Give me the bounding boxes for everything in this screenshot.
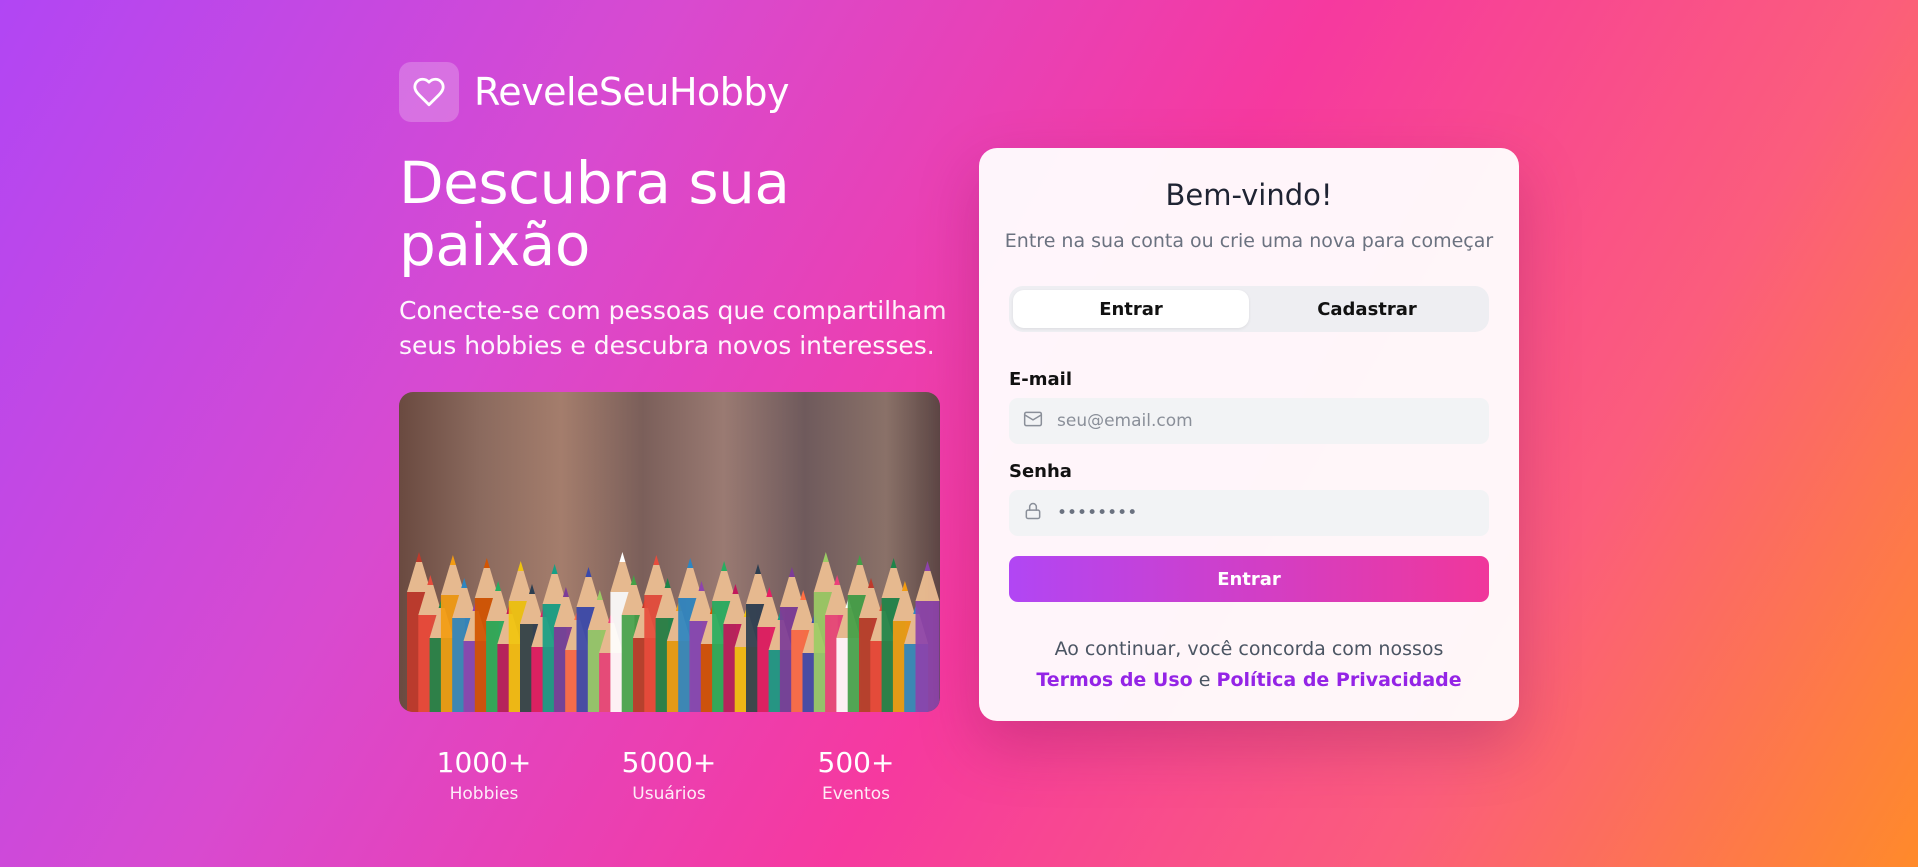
stat-label: Usuários [632,784,706,804]
tab-login[interactable]: Entrar [1013,290,1249,328]
hero-title: Descubra sua paixão [399,149,790,279]
mail-icon [1023,409,1043,433]
brand-name: ReveleSeuHobby [474,70,790,114]
brand[interactable]: ReveleSeuHobby [399,62,790,122]
hero-image-pencils [399,392,940,712]
stat-hobbies: 1000+ Hobbies [399,745,569,805]
stat-events: 500+ Eventos [771,745,941,805]
password-input[interactable] [1057,503,1489,523]
login-button[interactable]: Entrar [1009,556,1489,602]
stat-label: Hobbies [449,784,519,804]
stat-users: 5000+ Usuários [584,745,754,805]
terms-conjunction: e [1198,669,1211,691]
terms-prefix: Ao continuar, você concorda com nossos [1054,638,1444,660]
email-field[interactable] [1009,398,1489,444]
stat-value: 5000+ [621,746,717,779]
auth-tabs: Entrar Cadastrar [1009,286,1489,332]
heart-icon [399,62,459,122]
lock-icon [1023,501,1043,525]
password-label: Senha [1009,461,1072,482]
privacy-policy-link[interactable]: Política de Privacidade [1217,669,1462,691]
auth-title: Bem-vindo! [1165,178,1333,212]
password-field[interactable] [1009,490,1489,536]
terms-text: Ao continuar, você concorda com nossos T… [979,634,1519,696]
email-label: E-mail [1009,369,1073,390]
stat-value: 500+ [817,746,895,779]
stats: 1000+ Hobbies 5000+ Usuários 500+ Evento… [399,745,959,815]
terms-of-use-link[interactable]: Termos de Uso [1036,669,1192,691]
auth-subtitle: Entre na sua conta ou crie uma nova para… [1004,230,1494,252]
tab-signup[interactable]: Cadastrar [1249,290,1485,328]
auth-card: Bem-vindo! Entre na sua conta ou crie um… [979,148,1519,721]
stat-value: 1000+ [436,746,532,779]
pencil-shape [915,561,940,712]
hero-subtitle: Conecte-se com pessoas que compartilham … [399,296,947,360]
stat-label: Eventos [822,784,890,804]
email-input[interactable] [1057,411,1489,431]
terms-links-line: Termos de Uso e Política de Privacidade [979,665,1519,696]
